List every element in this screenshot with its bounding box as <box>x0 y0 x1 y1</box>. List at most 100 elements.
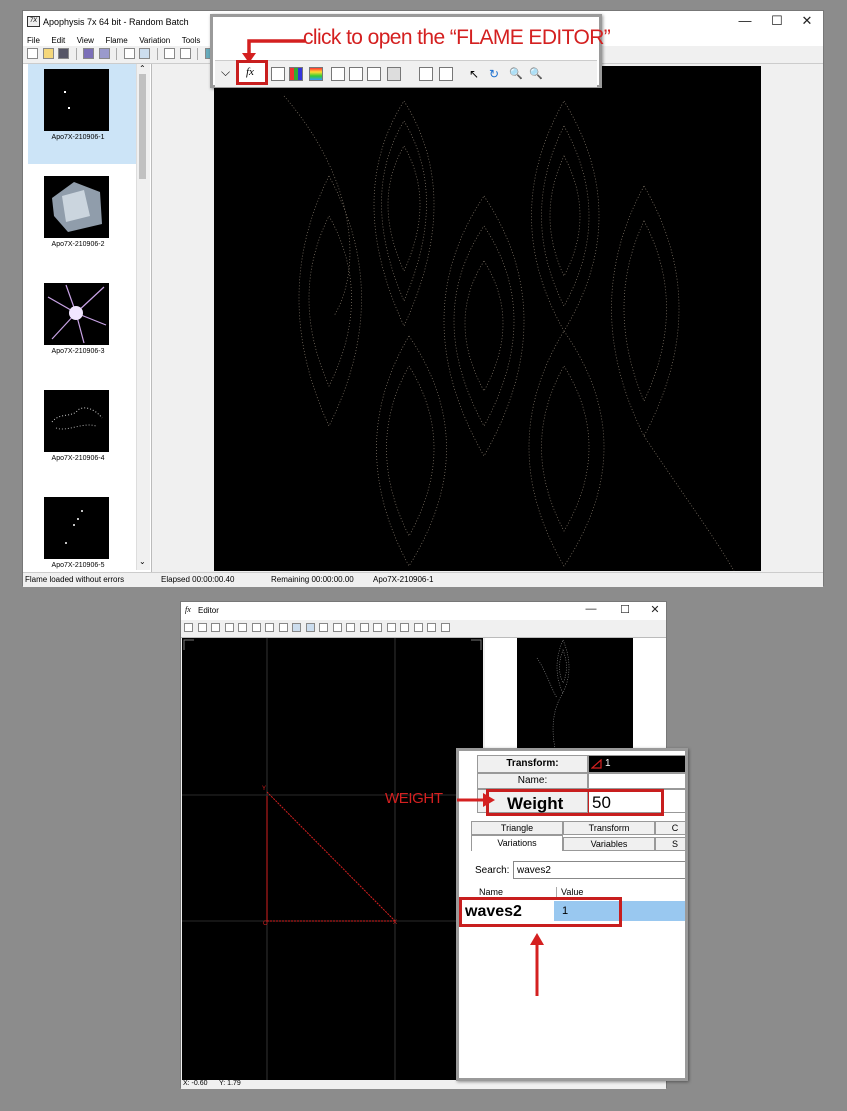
triangle-canvas[interactable]: Y X O <box>182 638 483 1080</box>
scroll-up-icon[interactable]: ⌃ <box>139 64 146 73</box>
open-icon[interactable] <box>42 48 54 59</box>
undo-icon[interactable] <box>164 48 176 59</box>
reset-icon[interactable] <box>386 623 396 632</box>
close-button[interactable]: ✕ <box>793 13 821 29</box>
tab-xaos[interactable]: S <box>655 837 685 851</box>
adjust-icon[interactable] <box>271 67 285 81</box>
post-transform-icon[interactable] <box>413 623 423 632</box>
move-mode-icon[interactable] <box>305 623 315 632</box>
y-vertex-label[interactable]: Y <box>262 786 266 792</box>
editor-maximize-button[interactable]: ☐ <box>611 603 639 616</box>
status-remaining: Remaining 00:00:00.00 <box>271 575 354 584</box>
scroll-thumb[interactable] <box>139 74 146 179</box>
menu-edit[interactable]: Edit <box>51 36 65 45</box>
canvas-size-icon[interactable] <box>439 67 453 81</box>
main-window: 7X Apophysis 7x 64 bit - Random Batch — … <box>22 10 824 587</box>
transform-value: 1 <box>605 758 611 769</box>
pivot-icon[interactable] <box>346 623 356 632</box>
variation-value[interactable]: 1 <box>562 905 568 917</box>
toolbar-dropdown-icon[interactable]: ⌵ <box>221 65 230 80</box>
tab-transform[interactable]: Transform <box>563 821 655 835</box>
redo-icon[interactable] <box>179 48 191 59</box>
delete-transform-icon[interactable] <box>211 623 221 632</box>
list-item[interactable]: Apo7X-210906-4 <box>28 385 145 485</box>
thumbnail-label: Apo7X-210906-3 <box>51 348 105 355</box>
menu-flame[interactable]: Flame <box>105 36 127 45</box>
list-item[interactable]: Apo7X-210906-1 <box>28 64 145 164</box>
list-item[interactable]: Apo7X-210906-3 <box>28 278 145 378</box>
thumb-view-icon[interactable] <box>139 48 151 59</box>
grid-icon[interactable] <box>400 623 410 632</box>
options-icon[interactable] <box>387 67 401 81</box>
gradient-icon[interactable] <box>309 67 323 81</box>
search-input[interactable] <box>513 861 685 879</box>
status-bar: Flame loaded without errors Elapsed 00:0… <box>23 572 823 587</box>
zoom-out-icon[interactable]: 🔍 <box>529 67 543 81</box>
maximize-button[interactable]: ☐ <box>763 13 791 29</box>
app-icon: 7X <box>27 16 40 27</box>
duplicate-transform-icon[interactable] <box>197 623 207 632</box>
variation-value-cell[interactable]: 1 <box>558 903 616 920</box>
select-mode-icon[interactable] <box>292 623 302 632</box>
menu-tools[interactable]: Tools <box>182 36 201 45</box>
coord-y: Y: 1.79 <box>219 1080 241 1087</box>
list-view-icon[interactable] <box>123 48 135 59</box>
toolbar-separator <box>75 48 77 60</box>
render-icon[interactable] <box>83 48 95 59</box>
paste-icon[interactable] <box>278 623 288 632</box>
curves-icon[interactable] <box>349 67 363 81</box>
flip-h-icon[interactable] <box>359 623 369 632</box>
window-title: Apophysis 7x 64 bit - Random Batch <box>43 17 189 27</box>
toolbar-separator <box>156 48 158 60</box>
fullscreen-view-icon[interactable] <box>419 67 433 81</box>
fractal-preview <box>214 66 761 571</box>
menu-variation[interactable]: Variation <box>139 36 170 45</box>
weight-value[interactable]: 50 <box>592 793 611 813</box>
coord-x: X: -0.60 <box>183 1080 208 1087</box>
mutate-icon[interactable] <box>331 67 345 81</box>
tab-triangle[interactable]: Triangle <box>471 821 563 835</box>
thumbnail-scrollbar[interactable]: ⌃ ⌄ <box>136 64 150 570</box>
thumbnail-label: Apo7X-210906-5 <box>51 562 105 569</box>
menu-file[interactable]: File <box>27 36 40 45</box>
waves2-arrow-icon <box>530 933 544 996</box>
list-item[interactable]: Apo7X-210906-2 <box>28 171 145 271</box>
save-icon[interactable] <box>58 48 70 59</box>
link-icon[interactable] <box>427 623 437 632</box>
origin-vertex-label[interactable]: O <box>263 921 268 927</box>
select-pointer-icon[interactable]: ↖ <box>469 67 483 81</box>
final-transform-icon[interactable] <box>224 623 234 632</box>
redo-icon[interactable] <box>251 623 261 632</box>
flip-v-icon[interactable] <box>373 623 383 632</box>
zoom-in-icon[interactable]: 🔍 <box>509 67 523 81</box>
transform-select[interactable]: 1 <box>588 755 685 773</box>
thumbnail-image <box>44 69 109 131</box>
triangle-icon <box>591 759 602 769</box>
tab-colors[interactable]: C <box>655 821 685 835</box>
name-field[interactable] <box>588 773 685 789</box>
editor-hint-text: click to open the “FLAME EDITOR” <box>303 26 611 49</box>
scale-mode-icon[interactable] <box>332 623 342 632</box>
thumbnail-list[interactable]: Apo7X-210906-1 Apo7X-210906-2 Apo7X-2109… <box>24 64 152 572</box>
new-icon[interactable] <box>27 48 38 59</box>
editor-close-button[interactable]: ✕ <box>641 603 669 616</box>
new-transform-icon[interactable] <box>184 623 193 632</box>
palette-icon[interactable] <box>289 67 303 81</box>
copy-icon[interactable] <box>265 623 275 632</box>
script-icon[interactable] <box>367 67 381 81</box>
thumbnail-label: Apo7X-210906-1 <box>51 134 105 141</box>
editor-minimize-button[interactable]: — <box>577 603 605 615</box>
flame-editor-button[interactable]: fx <box>236 60 268 85</box>
tab-variations[interactable]: Variations <box>471 835 563 851</box>
minimize-button[interactable]: — <box>731 13 759 28</box>
tab-variables[interactable]: Variables <box>563 837 655 851</box>
undo-icon[interactable] <box>238 623 248 632</box>
batch-icon[interactable] <box>98 48 110 59</box>
weight-label: Weight <box>507 794 564 813</box>
rotate-icon[interactable]: ↻ <box>489 67 503 81</box>
menu-view[interactable]: View <box>77 36 94 45</box>
x-vertex-label[interactable]: X <box>393 920 397 926</box>
rotate-mode-icon[interactable] <box>319 623 329 632</box>
scroll-down-icon[interactable]: ⌄ <box>139 557 146 566</box>
chaos-icon[interactable] <box>440 623 450 632</box>
